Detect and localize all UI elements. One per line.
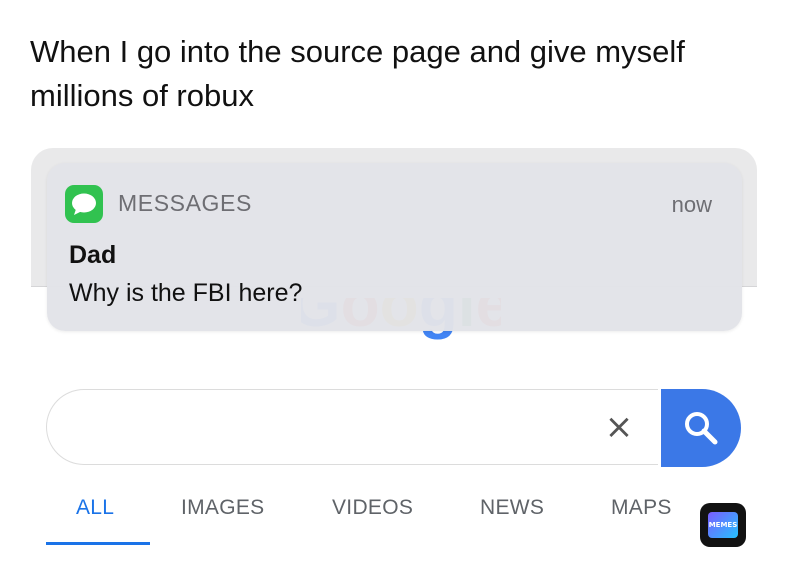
search-button[interactable]: [661, 389, 741, 467]
notification-app-name: MESSAGES: [118, 190, 252, 216]
meme-caption: When I go into the source page and give …: [30, 34, 685, 113]
message-notification[interactable]: MESSAGES now Dad Why is the FBI here?: [47, 163, 742, 331]
notification-sender: Dad: [69, 241, 117, 269]
messages-bubble-icon: [72, 193, 96, 215]
tab-news[interactable]: NEWS: [480, 496, 544, 520]
notification-message: Why is the FBI here?: [69, 279, 303, 307]
memes-watermark-text: MEMES: [708, 512, 738, 538]
tab-maps[interactable]: MAPS: [611, 496, 672, 520]
messages-app-icon: [65, 185, 103, 223]
tab-all[interactable]: ALL: [76, 496, 114, 520]
notification-time: now: [671, 192, 712, 217]
search-tabs: ALL IMAGES VIDEOS NEWS MAPS: [46, 488, 746, 548]
memes-watermark-logo: MEMES: [700, 503, 746, 547]
active-tab-indicator: [46, 542, 150, 545]
search-icon: [685, 412, 718, 445]
search-input[interactable]: [46, 389, 658, 465]
tab-videos[interactable]: VIDEOS: [332, 496, 413, 520]
tab-images[interactable]: IMAGES: [181, 496, 264, 520]
clear-button[interactable]: ×: [601, 405, 637, 449]
